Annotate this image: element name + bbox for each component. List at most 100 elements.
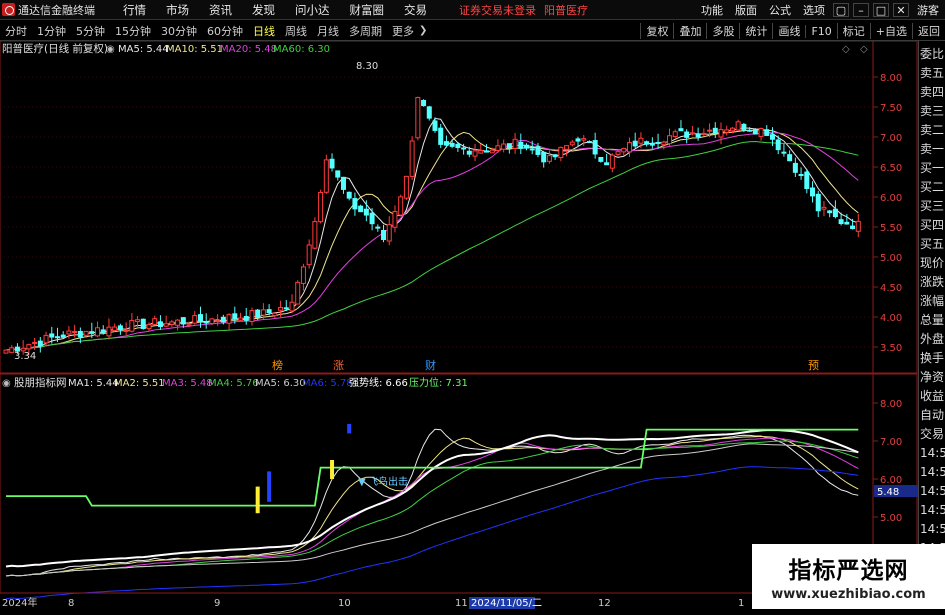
side-label[interactable]: 涨幅: [920, 292, 945, 311]
period-60min[interactable]: 60分钟: [202, 23, 248, 39]
menu-banmian[interactable]: 版面: [729, 2, 763, 18]
side-label[interactable]: 卖一: [920, 140, 945, 159]
side-label[interactable]: 买二: [920, 178, 945, 197]
menu-xuanxiang[interactable]: 选项: [797, 2, 831, 18]
tool-fuquan[interactable]: 复权: [640, 23, 673, 39]
menu-shichang[interactable]: 市场: [156, 2, 199, 18]
restore-icon[interactable]: ▢: [833, 3, 849, 17]
side-label[interactable]: 卖五: [920, 64, 945, 83]
side-label[interactable]: 买四: [920, 216, 945, 235]
menu-caifuquan[interactable]: 财富圈: [340, 2, 395, 18]
candle-body: [335, 170, 341, 178]
menu-wenxiaoda[interactable]: 问小达: [285, 2, 340, 18]
event-mark-zhang[interactable]: 涨: [333, 359, 344, 372]
guest-label[interactable]: 游客: [911, 2, 945, 18]
menu-gongshi[interactable]: 公式: [763, 2, 797, 18]
candle-body: [300, 266, 306, 284]
tool-tongji[interactable]: 统计: [739, 23, 772, 39]
period-15min[interactable]: 15分钟: [110, 23, 156, 39]
tool-diejia[interactable]: 叠加: [673, 23, 706, 39]
candle-body: [60, 334, 66, 338]
period-multi[interactable]: 多周期: [344, 23, 387, 39]
close-icon[interactable]: ✕: [893, 3, 909, 17]
side-label[interactable]: 自动: [920, 406, 945, 425]
side-label[interactable]: 净资: [920, 368, 945, 387]
candle-body: [249, 310, 255, 323]
side-label[interactable]: 14:56: [920, 444, 945, 463]
panel-settings-icon[interactable]: ◉: [106, 44, 115, 55]
candle-body: [346, 191, 352, 199]
side-label[interactable]: 换手: [920, 349, 945, 368]
tool-fanhui[interactable]: 返回: [912, 23, 945, 39]
candle-body: [100, 329, 106, 333]
tool-huaxian[interactable]: 画线: [772, 23, 805, 39]
indicator-line: [5, 428, 859, 577]
side-label[interactable]: 卖三: [920, 102, 945, 121]
side-label[interactable]: 卖四: [920, 83, 945, 102]
candle-body: [707, 129, 713, 132]
cursor-date-label: 2024/11/05/二: [471, 598, 542, 609]
side-label[interactable]: 收益: [920, 387, 945, 406]
menu-jiaoyi[interactable]: 交易: [394, 2, 437, 18]
candle-body: [358, 205, 364, 213]
candle-body: [838, 219, 844, 225]
period-monthly[interactable]: 月线: [312, 23, 344, 39]
candle-body: [32, 341, 38, 344]
period-fenshi[interactable]: 分时: [0, 23, 32, 39]
panel-close-icon[interactable]: ◇: [860, 44, 868, 55]
candle-body: [564, 145, 570, 150]
side-label[interactable]: 卖二: [920, 121, 945, 140]
menu-zixun[interactable]: 资讯: [199, 2, 242, 18]
candle-body: [718, 129, 724, 138]
candle-body: [461, 147, 467, 150]
side-label[interactable]: 总量: [920, 311, 945, 330]
ind-tick-label: 6.00: [880, 475, 902, 486]
period-5min[interactable]: 5分钟: [71, 23, 110, 39]
side-label[interactable]: 交易: [920, 425, 945, 444]
trade-login-status[interactable]: 证券交易未登录: [459, 2, 536, 18]
tool-duogu[interactable]: 多股: [706, 23, 739, 39]
side-label[interactable]: 14:56: [920, 463, 945, 482]
menu-hangqing[interactable]: 行情: [113, 2, 156, 18]
side-label[interactable]: 委比: [920, 45, 945, 64]
candle-body: [140, 318, 146, 329]
side-label[interactable]: 买一: [920, 159, 945, 178]
event-mark-cai[interactable]: 财: [425, 358, 436, 372]
period-1min[interactable]: 1分钟: [32, 23, 71, 39]
side-label[interactable]: 14:56: [920, 501, 945, 520]
tool-f10[interactable]: F10: [805, 24, 836, 38]
indicator-settings-icon[interactable]: ◉: [2, 378, 11, 389]
tool-biaoji[interactable]: 标记: [836, 23, 870, 39]
event-mark-yu[interactable]: 预: [808, 359, 819, 372]
price-tick-label: 3.50: [880, 343, 902, 354]
candle-body: [203, 321, 209, 324]
chart-area[interactable]: 8.00 7.50 7.00 6.50 6.00 5.50 5.00 4.50 4.00 3.50…: [0, 40, 918, 609]
tool-zixuan[interactable]: +自选: [869, 23, 912, 39]
event-mark-bang[interactable]: 榜: [272, 358, 283, 372]
side-label[interactable]: 14:56: [920, 482, 945, 501]
period-more[interactable]: 更多: [387, 23, 419, 39]
maximize-icon[interactable]: □: [873, 3, 889, 17]
side-label[interactable]: 买五: [920, 235, 945, 254]
side-label[interactable]: 现价: [920, 254, 945, 273]
app-title: 通达信金融终端: [18, 3, 95, 17]
menu-faxian[interactable]: 发现: [242, 2, 285, 18]
side-label[interactable]: 涨跌: [920, 273, 945, 292]
period-weekly[interactable]: 周线: [280, 23, 312, 39]
period-30min[interactable]: 30分钟: [156, 23, 202, 39]
candle-body: [632, 140, 638, 147]
candle-body: [340, 176, 346, 190]
candle-body: [581, 138, 587, 141]
side-label[interactable]: 买三: [920, 197, 945, 216]
side-label[interactable]: 14:56: [920, 520, 945, 539]
panel-expand-icon[interactable]: ◇: [842, 44, 850, 55]
candle-body: [667, 135, 673, 145]
minimize-icon[interactable]: –: [853, 3, 869, 17]
period-daily[interactable]: 日线: [248, 23, 280, 39]
axis-labels: 8.00 7.50 7.00 6.50 6.00 5.50 5.00 4.50 4.00 3.50…: [880, 73, 902, 524]
side-label[interactable]: 外盘: [920, 330, 945, 349]
ind-ma2-label: MA2: 5.51: [114, 378, 165, 389]
menu-gongneng[interactable]: 功能: [695, 2, 729, 18]
kline-chart-svg[interactable]: 8.00 7.50 7.00 6.50 6.00 5.50 5.00 4.50 4.00 3.50…: [0, 40, 918, 609]
chevron-right-icon[interactable]: ❯: [419, 25, 427, 36]
